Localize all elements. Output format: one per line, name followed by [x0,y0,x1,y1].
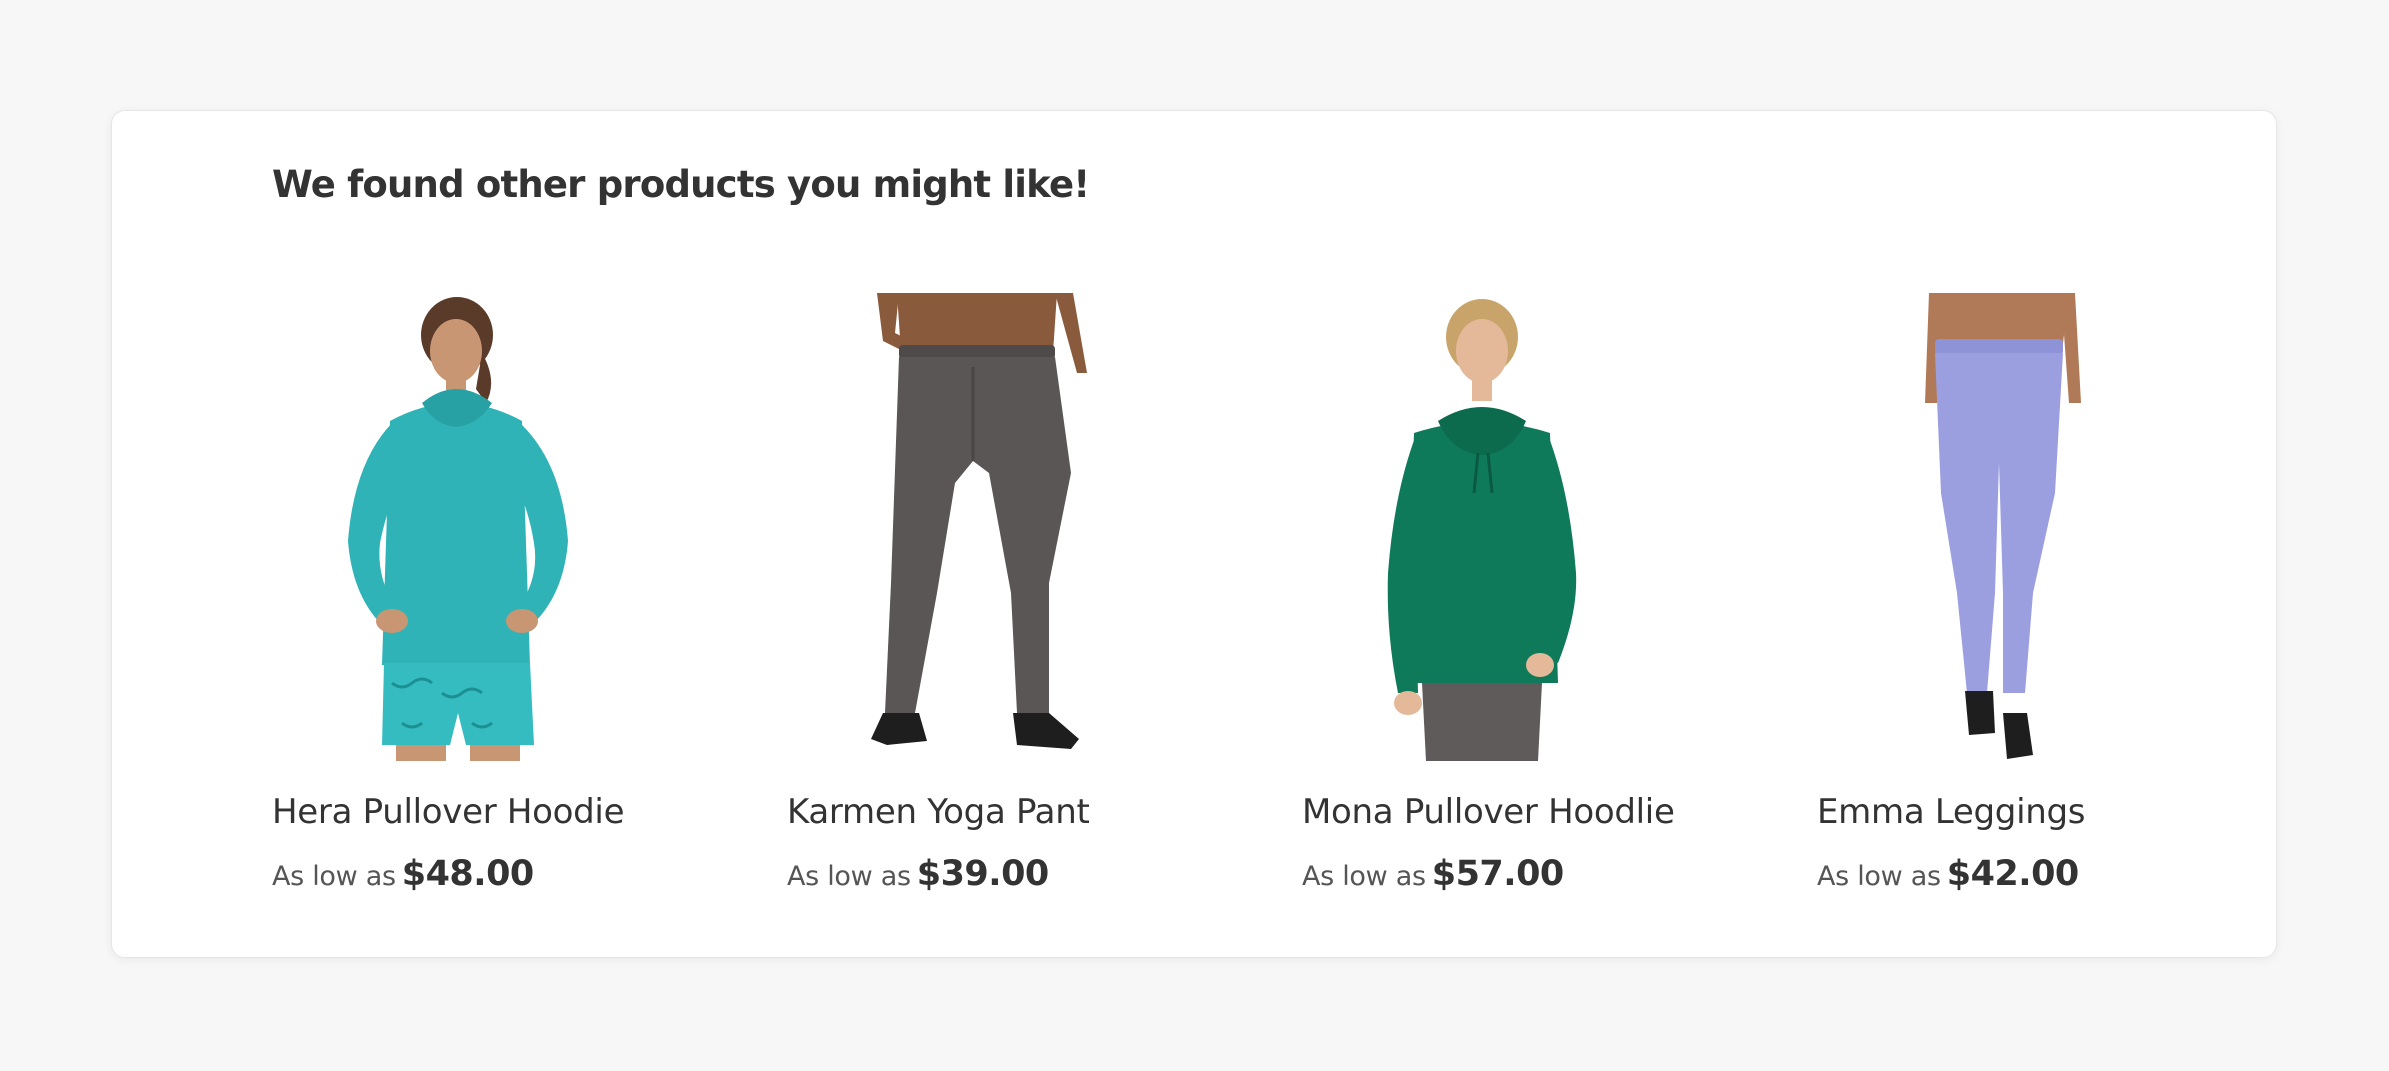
price-row: As low as $57.00 [1302,854,1772,894]
product-card[interactable]: Mona Pullover Hoodlie As low as $57.00 [1302,293,1772,894]
price-prefix: As low as [787,861,911,892]
price-prefix: As low as [272,861,396,892]
product-price: $42.00 [1946,854,2080,894]
teal-hoodie-model-photo[interactable] [272,293,632,761]
price-row: As low as $39.00 [787,854,1257,894]
product-price: $57.00 [1431,854,1565,894]
product-card[interactable]: Karmen Yoga Pant As low as $39.00 [787,293,1257,894]
recommendations-panel: We found other products you might like! [111,110,2277,958]
price-prefix: As low as [1302,861,1426,892]
product-name[interactable]: Emma Leggings [1817,792,2287,832]
green-hoodie-model-photo[interactable] [1302,293,1662,761]
product-name[interactable]: Karmen Yoga Pant [787,792,1257,832]
product-name[interactable]: Mona Pullover Hoodlie [1302,792,1772,832]
price-row: As low as $42.00 [1817,854,2287,894]
price-row: As low as $48.00 [272,854,742,894]
gray-yoga-pant-photo[interactable] [787,293,1147,761]
section-heading: We found other products you might like! [272,163,1090,206]
product-price: $39.00 [916,854,1050,894]
product-card[interactable]: Hera Pullover Hoodie As low as $48.00 [272,293,742,894]
product-card[interactable]: Emma Leggings As low as $42.00 [1817,293,2287,894]
lavender-leggings-photo[interactable] [1817,293,2177,761]
product-name[interactable]: Hera Pullover Hoodie [272,792,742,832]
price-prefix: As low as [1817,861,1941,892]
product-price: $48.00 [401,854,535,894]
